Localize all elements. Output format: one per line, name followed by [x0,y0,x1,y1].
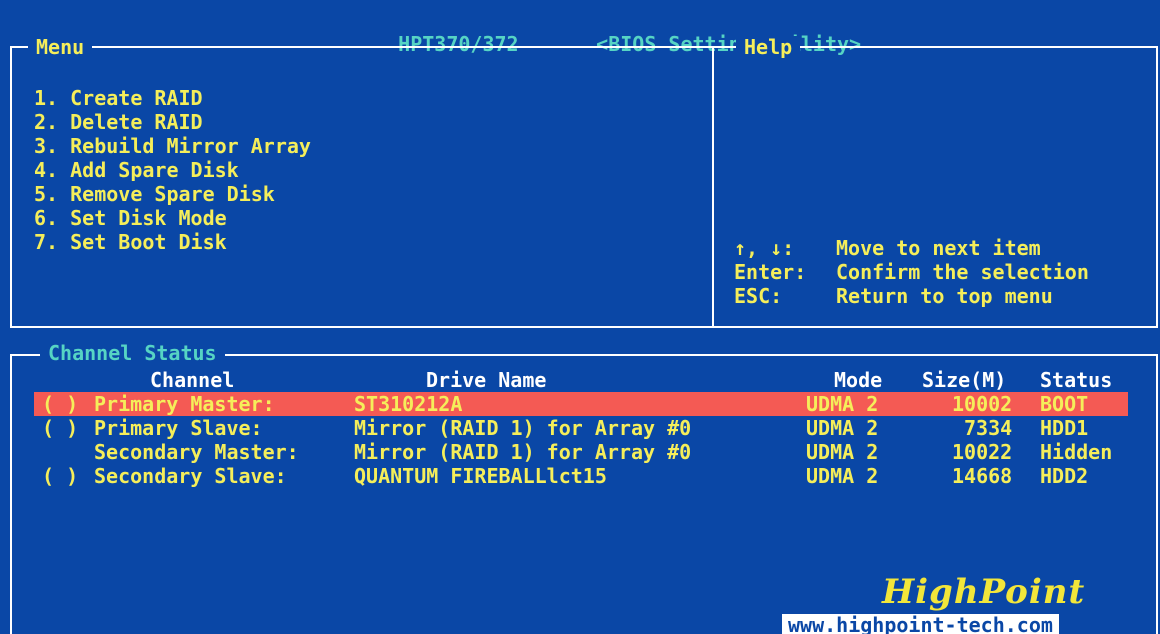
table-row-selected[interactable]: ( ) Primary Master: ST310212A UDMA 2 100… [34,392,1128,416]
row-size: 10022 [952,440,1013,464]
row-status: Hidden [1040,440,1113,464]
header-mode: Mode [834,368,883,392]
row-size: 10002 [952,392,1013,416]
row-channel: Primary Master: [94,392,275,416]
row-status: BOOT [1040,392,1089,416]
table-row[interactable]: ( ) Primary Slave: Mirror (RAID 1) for A… [0,416,1160,440]
table-header: Channel Drive Name Mode Size(M) Status [0,368,1160,392]
row-size: 14668 [952,464,1013,488]
menu-item-delete-raid[interactable]: 2. Delete RAID [34,110,203,134]
row-channel: Primary Slave: [94,416,263,440]
help-key-enter: Enter: [734,260,807,284]
row-channel: Secondary Master: [94,440,299,464]
menu-legend: Menu [28,36,93,58]
row-status: HDD2 [1040,464,1089,488]
row-drive: Mirror (RAID 1) for Array #0 [354,440,692,464]
row-size: 7334 [964,416,1013,440]
menu-item-rebuild-mirror[interactable]: 3. Rebuild Mirror Array [34,134,311,158]
row-checkbox[interactable]: ( ) [42,464,78,488]
help-desc-esc: Return to top menu [836,284,1053,308]
help-key-esc: ESC: [734,284,783,308]
row-drive: QUANTUM FIREBALLlct15 [354,464,607,488]
row-status: HDD1 [1040,416,1089,440]
table-row[interactable]: Secondary Master: Mirror (RAID 1) for Ar… [0,440,1160,464]
header-size: Size(M) [922,368,1007,392]
row-mode: UDMA 2 [806,440,879,464]
help-desc-arrows: Move to next item [836,236,1041,260]
row-channel: Secondary Slave: [94,464,287,488]
row-mode: UDMA 2 [806,464,879,488]
row-checkbox[interactable]: ( ) [42,392,78,416]
row-drive: Mirror (RAID 1) for Array #0 [354,416,692,440]
highpoint-logo: HighPoint [882,572,1086,612]
menu-item-remove-spare[interactable]: 5. Remove Spare Disk [34,182,275,206]
table-row[interactable]: ( ) Secondary Slave: QUANTUM FIREBALLlct… [0,464,1160,488]
row-checkbox[interactable]: ( ) [42,416,78,440]
highpoint-url: www.highpoint-tech.com [782,614,1059,634]
header-drive-name: Drive Name [426,368,547,392]
menu-item-set-boot-disk[interactable]: 7. Set Boot Disk [34,230,227,254]
help-key-arrows: ↑, ↓: [734,236,795,260]
header-status: Status [1040,368,1113,392]
menu-item-create-raid[interactable]: 1. Create RAID [34,86,203,110]
row-mode: UDMA 2 [806,392,879,416]
bios-screen: HPT370/372 <BIOS Setting Utility> Menu H… [0,0,1160,634]
menu-item-add-spare[interactable]: 4. Add Spare Disk [34,158,239,182]
help-desc-enter: Confirm the selection [836,260,1089,284]
header-channel: Channel [150,368,235,392]
menu-item-set-disk-mode[interactable]: 6. Set Disk Mode [34,206,227,230]
row-drive: ST310212A [354,392,463,416]
row-mode: UDMA 2 [806,416,879,440]
channel-status-legend: Channel Status [40,342,225,364]
help-legend: Help [736,36,801,58]
